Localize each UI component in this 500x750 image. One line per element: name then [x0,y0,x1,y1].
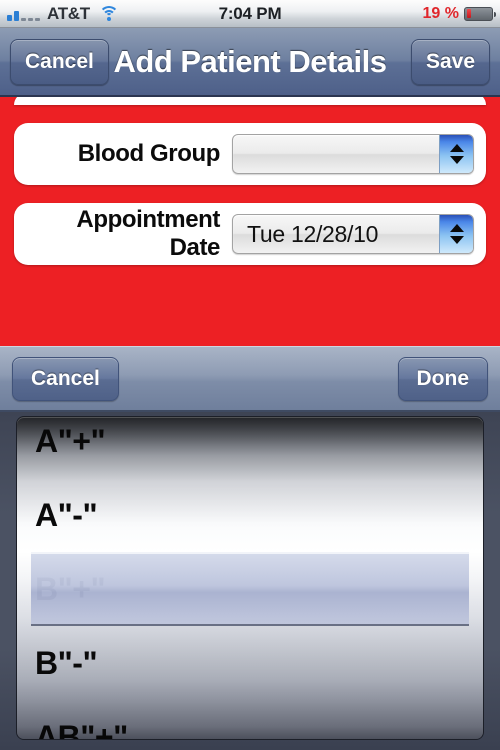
appointment-date-value: Tue 12/28/10 [247,220,379,247]
form-card-partial [14,97,486,105]
form-row-appointment-date: Appointment Date Tue 12/28/10 [14,203,486,265]
status-bar-left: AT&T [7,4,119,24]
stepper-up-down-icon[interactable] [439,215,473,253]
picker-option[interactable]: A"-" [17,478,483,552]
picker-option[interactable]: A"+" [17,417,483,478]
phone-screen: AT&T 7:04 PM 19 % Cancel Add Patient Det… [0,0,500,750]
cancel-button[interactable]: Cancel [10,38,109,85]
status-bar: AT&T 7:04 PM 19 % [0,0,500,28]
navigation-bar: Cancel Add Patient Details Save [0,28,500,97]
blood-group-label: Blood Group [77,140,221,167]
picker-option[interactable]: B"+" [17,552,483,626]
form-row-blood-group: Blood Group [14,123,486,185]
appointment-date-select[interactable]: Tue 12/28/10 [232,214,474,254]
picker-done-button[interactable]: Done [397,356,488,401]
picker-option[interactable]: B"-" [17,626,483,700]
battery-percent-label: 19 % [422,4,459,22]
picker-cancel-button[interactable]: Cancel [12,356,119,401]
stepper-up-down-icon[interactable] [439,135,473,173]
wifi-icon [98,6,119,21]
picker-option[interactable]: AB"+" [17,700,483,740]
blood-group-picker[interactable]: A"+" A"-" B"+" B"-" AB"+" [0,412,500,750]
signal-bars-icon [7,7,40,21]
form-area: Blood Group Appointment Date Tue 12/28/1… [0,97,500,346]
blood-group-select[interactable] [232,134,474,174]
carrier-label: AT&T [47,3,90,23]
status-bar-right: 19 % [422,4,496,23]
save-button[interactable]: Save [410,38,490,85]
picker-wheel[interactable]: A"+" A"-" B"+" B"-" AB"+" [16,416,484,740]
appointment-date-label: Appointment Date [76,206,220,261]
battery-icon [464,6,496,21]
picker-toolbar: Cancel Done [0,346,500,412]
